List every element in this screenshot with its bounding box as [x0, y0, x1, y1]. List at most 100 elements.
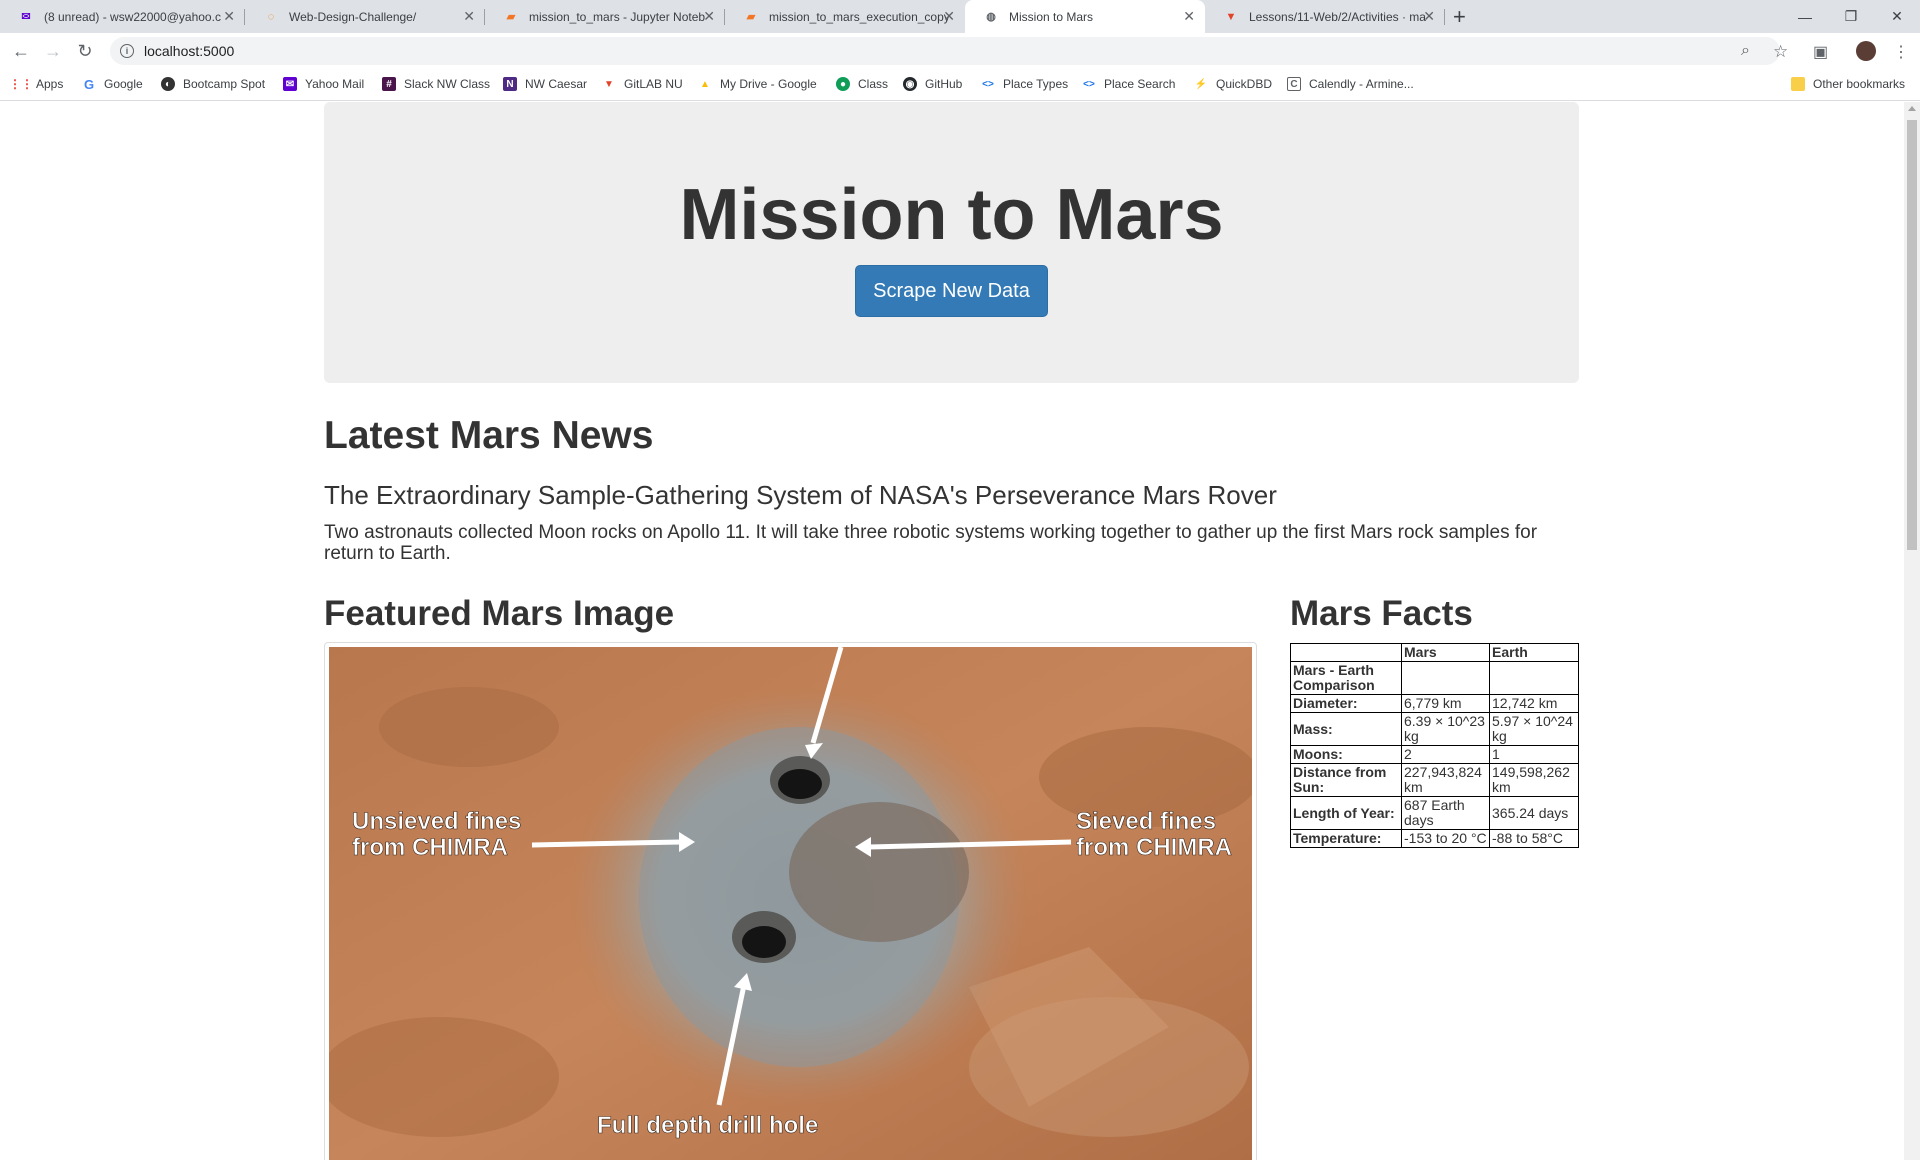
zoom-icon[interactable]: ⌕: [1741, 42, 1750, 60]
other-bookmarks-folder[interactable]: Other bookmarks: [1791, 77, 1905, 91]
address-bar[interactable]: i localhost:5000: [110, 37, 1780, 65]
yahoo-mail-icon: ✉: [283, 77, 297, 91]
bookmark-label: Slack NW Class: [404, 77, 491, 91]
close-icon[interactable]: ✕: [1183, 9, 1195, 23]
table-header-row: Mars Earth: [1290, 643, 1579, 662]
tab-web-design-challenge[interactable]: ◌ Web-Design-Challenge/ ✕: [245, 0, 485, 33]
earth-value: 365.24 days: [1489, 796, 1579, 830]
mars-drill-image: Unsieved fines from CHIMRA Sieved fines …: [329, 647, 1252, 1160]
close-icon[interactable]: ✕: [943, 9, 955, 23]
gitlab-icon: ▼: [604, 78, 614, 90]
earth-value: 5.97 × 10^24 kg: [1489, 712, 1579, 746]
bookmark-label: Other bookmarks: [1813, 77, 1906, 91]
mail-icon: ✉: [21, 11, 31, 23]
mars-value: 6,779 km: [1401, 694, 1490, 713]
featured-image[interactable]: Unsieved fines from CHIMRA Sieved fines …: [324, 642, 1257, 1160]
bookmark-yahoo-mail[interactable]: ✉ Yahoo Mail: [283, 77, 364, 91]
earth-value: [1489, 661, 1579, 695]
bookmark-google-drive[interactable]: ▲ My Drive - Google: [698, 77, 817, 91]
tab-jupyter-notebook[interactable]: ▰ mission_to_mars - Jupyter Noteb ✕: [485, 0, 725, 33]
earth-value: -88 to 58°C: [1489, 829, 1579, 848]
bookmark-label: QuickDBD: [1216, 77, 1273, 91]
calendly-icon: C: [1287, 77, 1301, 91]
new-tab-button[interactable]: +: [1453, 4, 1466, 30]
restore-button[interactable]: ❐: [1828, 0, 1874, 33]
class-icon: ●: [836, 77, 850, 91]
tab-jupyter-execution-copy[interactable]: ▰ mission_to_mars_execution_copy ✕: [725, 0, 965, 33]
bookmark-nw-caesar[interactable]: N NW Caesar: [503, 77, 587, 91]
bookmark-gitlab[interactable]: ▼ GitLAB NU: [602, 77, 683, 91]
bookmark-label: GitLAB NU: [624, 77, 683, 91]
image-label-sieved: Sieved fines: [1076, 808, 1216, 835]
tab-label: mission_to_mars_execution_copy: [769, 9, 950, 24]
folder-icon: [1791, 77, 1805, 91]
bookmark-apps[interactable]: ⋮⋮ Apps: [9, 77, 63, 91]
row-label: Distance from Sun:: [1290, 763, 1402, 797]
tab-yahoo-mail[interactable]: ✉ (8 unread) - wsw22000@yahoo.c ✕: [0, 0, 245, 33]
jupyter-icon: ▰: [506, 11, 516, 23]
scrollbar-thumb[interactable]: [1907, 120, 1917, 550]
mars-value: 6.39 × 10^23 kg: [1401, 712, 1490, 746]
reload-icon[interactable]: ↻: [75, 41, 95, 61]
bookmark-calendly[interactable]: C Calendly - Armine...: [1287, 77, 1414, 91]
facts-heading: Mars Facts: [1290, 594, 1473, 633]
star-icon[interactable]: ☆: [1773, 42, 1788, 62]
info-icon[interactable]: i: [120, 44, 134, 58]
earth-value: 1: [1489, 745, 1579, 764]
bookmark-google[interactable]: G Google: [82, 76, 143, 92]
row-label: Mass:: [1290, 712, 1402, 746]
vertical-scrollbar[interactable]: [1904, 102, 1920, 1160]
page-viewport: Mission to Mars Scrape New Data Latest M…: [0, 102, 1904, 1160]
close-icon[interactable]: ✕: [703, 9, 715, 23]
bookmark-class[interactable]: ● Class: [836, 77, 888, 91]
bookmarks-bar: ⋮⋮ Apps G Google ◐ Bootcamp Spot ✉ Yahoo…: [0, 69, 1920, 101]
bookmark-quickdbd[interactable]: ⚡ QuickDBD: [1194, 77, 1272, 91]
bookmark-label: My Drive - Google: [720, 77, 817, 91]
tab-mission-to-mars[interactable]: ◍ Mission to Mars ✕: [965, 0, 1205, 33]
scroll-up-arrow-icon[interactable]: [1908, 106, 1916, 111]
slack-icon: #: [382, 77, 396, 91]
bookmark-label: Place Search: [1104, 77, 1176, 91]
loading-icon: ◌: [267, 10, 275, 23]
bookmark-label: GitHub: [925, 77, 963, 91]
extension-icon[interactable]: ▣: [1813, 42, 1828, 62]
jupyter-icon: ▰: [746, 11, 756, 23]
table-row: Mass: 6.39 × 10^23 kg 5.97 × 10^24 kg: [1290, 712, 1579, 746]
bookmark-slack[interactable]: # Slack NW Class: [382, 77, 490, 91]
table-row: Diameter: 6,779 km 12,742 km: [1290, 694, 1579, 713]
code-icon: <>: [1083, 78, 1095, 90]
northwestern-icon: N: [503, 77, 517, 91]
scrape-button[interactable]: Scrape New Data: [855, 265, 1048, 317]
tab-label: Web-Design-Challenge/: [289, 9, 417, 24]
quickdbd-icon: ⚡: [1194, 78, 1208, 90]
mars-value: 2: [1401, 745, 1490, 764]
bookmark-github[interactable]: ◉ GitHub: [903, 77, 962, 91]
github-icon: ◉: [903, 77, 917, 91]
bookmark-label: Calendly - Armine...: [1309, 77, 1414, 91]
earth-value: 149,598,262 km: [1489, 763, 1579, 797]
table-header: [1290, 643, 1402, 662]
news-heading: Latest Mars News: [324, 414, 654, 457]
code-icon: <>: [982, 78, 994, 90]
news-paragraph: Two astronauts collected Moon rocks on A…: [324, 522, 1538, 564]
forward-arrow-icon[interactable]: →: [43, 41, 63, 61]
avatar[interactable]: [1856, 41, 1876, 61]
row-label: Mars - Earth Comparison: [1290, 661, 1402, 695]
google-icon: G: [83, 76, 95, 92]
globe-icon: ◍: [986, 11, 996, 23]
minimize-button[interactable]: —: [1782, 0, 1828, 33]
bookmark-place-types[interactable]: <> Place Types: [981, 77, 1068, 91]
menu-icon[interactable]: ⋮: [1893, 42, 1909, 62]
mars-value: 687 Earth days: [1401, 796, 1490, 830]
close-icon[interactable]: ✕: [223, 9, 235, 23]
close-icon[interactable]: ✕: [1423, 9, 1435, 23]
close-icon[interactable]: ✕: [463, 9, 475, 23]
row-label: Moons:: [1290, 745, 1402, 764]
bookmark-bootcamp-spot[interactable]: ◐ Bootcamp Spot: [161, 77, 265, 91]
back-arrow-icon[interactable]: ←: [11, 41, 31, 61]
address-text: localhost:5000: [144, 43, 235, 59]
bookmark-place-search[interactable]: <> Place Search: [1082, 77, 1175, 91]
tab-gitlab-lessons[interactable]: ▼ Lessons/11-Web/2/Activities · ma ✕: [1205, 0, 1445, 33]
close-window-button[interactable]: ✕: [1874, 0, 1920, 33]
image-label-unsieved: Unsieved fines: [352, 808, 521, 835]
